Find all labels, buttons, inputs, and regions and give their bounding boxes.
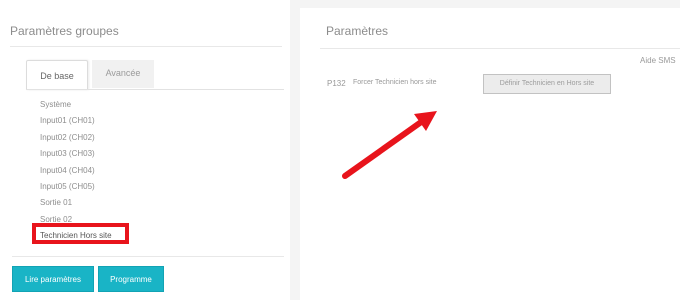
list-item[interactable]: Input01 (CH01) [40,113,240,129]
list-item[interactable]: Sortie 01 [40,195,240,211]
list-item[interactable]: Input02 (CH02) [40,130,240,146]
bottom-divider [12,256,284,257]
list-item[interactable]: Système [40,97,240,113]
tab-advanced[interactable]: Avancée [92,60,154,88]
group-settings-panel: Paramètres groupes De base Avancée Systè… [0,0,290,300]
program-button[interactable]: Programme [98,266,164,292]
list-item[interactable]: Input05 (CH05) [40,179,240,195]
group-settings-title: Paramètres groupes [10,24,119,38]
parameter-label: Forcer Technicien hors site [353,79,437,86]
title-divider [10,46,282,47]
highlight-box [32,223,129,244]
parameters-title: Paramètres [326,24,389,38]
tab-underline [26,89,284,90]
list-item[interactable]: Input04 (CH04) [40,163,240,179]
parameter-code: P132 [327,79,346,88]
parameters-panel: Paramètres Aide SMS P132 Forcer Technici… [300,8,680,300]
read-parameters-button[interactable]: Lire paramètres [12,266,94,292]
sms-help-link[interactable]: Aide SMS [640,56,676,65]
list-item[interactable]: Input03 (CH03) [40,146,240,162]
title-divider [320,48,680,49]
tab-bar: De base Avancée [26,60,284,90]
define-technician-offsite-button[interactable]: Définir Technicien en Hors site [483,74,611,94]
tab-basic[interactable]: De base [26,60,88,90]
